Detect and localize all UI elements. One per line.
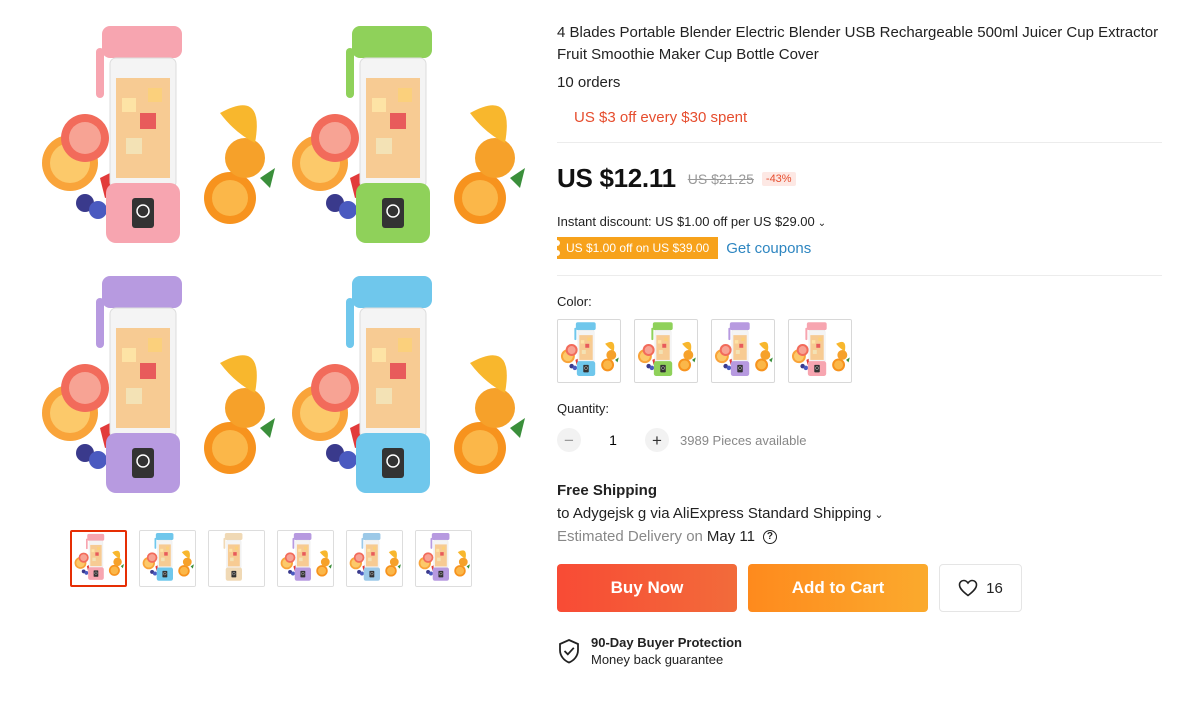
coupon-tag: US $1.00 off on US $39.00 xyxy=(553,237,719,259)
product-title: 4 Blades Portable Blender Electric Blend… xyxy=(557,24,1159,63)
original-price: US $21.25 xyxy=(687,170,754,187)
instant-discount-text: Instant discount: US $1.00 off per US $2… xyxy=(557,214,815,229)
thumbnail-6[interactable] xyxy=(415,530,472,587)
instant-discount[interactable]: Instant discount: US $1.00 off per US $2… xyxy=(557,214,1162,229)
buy-now-button[interactable]: Buy Now xyxy=(557,564,737,612)
shipping-destination-text: to Adygejsk g via AliExpress Standard Sh… xyxy=(557,505,872,522)
product-info: 4 Blades Portable Blender Electric Blend… xyxy=(553,22,1162,668)
available-pieces: 3989 Pieces available xyxy=(680,432,807,448)
color-swatch-blue[interactable] xyxy=(557,319,621,383)
thumbnail-1[interactable] xyxy=(70,530,127,587)
divider xyxy=(557,142,1162,143)
product-gallery xyxy=(30,18,530,518)
shield-check-icon xyxy=(559,639,579,664)
current-price: US $12.11 xyxy=(557,163,676,193)
add-to-cart-button[interactable]: Add to Cart xyxy=(748,564,928,612)
main-image-green[interactable] xyxy=(280,18,530,266)
thumbnail-5[interactable] xyxy=(346,530,403,587)
color-swatches xyxy=(557,319,1162,383)
purchase-actions: Buy Now Add to Cart 16 xyxy=(557,564,1162,612)
coupon-row: US $1.00 off on US $39.00 Get coupons xyxy=(553,237,1162,259)
delivery-date: May 11 xyxy=(706,528,755,545)
buyer-protection-text: 90-Day Buyer Protection Money back guara… xyxy=(591,634,742,668)
help-icon[interactable]: ? xyxy=(762,529,777,544)
heart-icon xyxy=(958,579,978,597)
thumbnail-3[interactable] xyxy=(208,530,265,587)
get-coupons-link[interactable]: Get coupons xyxy=(726,240,811,257)
price-row: US $12.11 US $21.25 -43% xyxy=(557,163,1162,194)
color-swatch-green[interactable] xyxy=(634,319,698,383)
main-image-pink[interactable] xyxy=(30,18,280,266)
buyer-protection-subtitle: Money back guarantee xyxy=(591,652,724,667)
wishlist-button[interactable]: 16 xyxy=(939,564,1022,612)
buyer-protection: 90-Day Buyer Protection Money back guara… xyxy=(557,634,1162,668)
chevron-down-icon: ⌄ xyxy=(817,218,827,229)
thumbnail-strip xyxy=(70,530,472,587)
orders-count: 10 orders xyxy=(557,74,621,91)
store-promo[interactable]: US $3 off every $30 spent xyxy=(574,109,1162,126)
increase-quantity-button[interactable]: + xyxy=(645,428,669,452)
color-label: Color: xyxy=(557,294,592,309)
shipping-destination[interactable]: to Adygejsk g via AliExpress Standard Sh… xyxy=(557,505,1162,522)
divider xyxy=(557,275,1162,276)
chevron-down-icon: ⌄ xyxy=(874,509,884,521)
quantity-stepper: − + 3989 Pieces available xyxy=(557,428,1162,452)
decrease-quantity-button[interactable]: − xyxy=(557,428,581,452)
estimated-delivery-label: Estimated Delivery on xyxy=(557,528,703,545)
quantity-label: Quantity: xyxy=(557,401,610,416)
discount-badge: -43% xyxy=(761,171,796,186)
quantity-input[interactable] xyxy=(581,431,645,449)
main-image-blue[interactable] xyxy=(280,268,530,516)
buyer-protection-title: 90-Day Buyer Protection xyxy=(591,635,742,650)
wishlist-count: 16 xyxy=(986,579,1003,597)
thumbnail-4[interactable] xyxy=(277,530,334,587)
main-image-purple[interactable] xyxy=(30,268,280,516)
estimated-delivery: Estimated Delivery on May 11 ? xyxy=(557,528,1162,545)
color-swatch-purple[interactable] xyxy=(711,319,775,383)
thumbnail-2[interactable] xyxy=(139,530,196,587)
color-swatch-pink[interactable] xyxy=(788,319,852,383)
shipping-title: Free Shipping xyxy=(557,482,658,499)
